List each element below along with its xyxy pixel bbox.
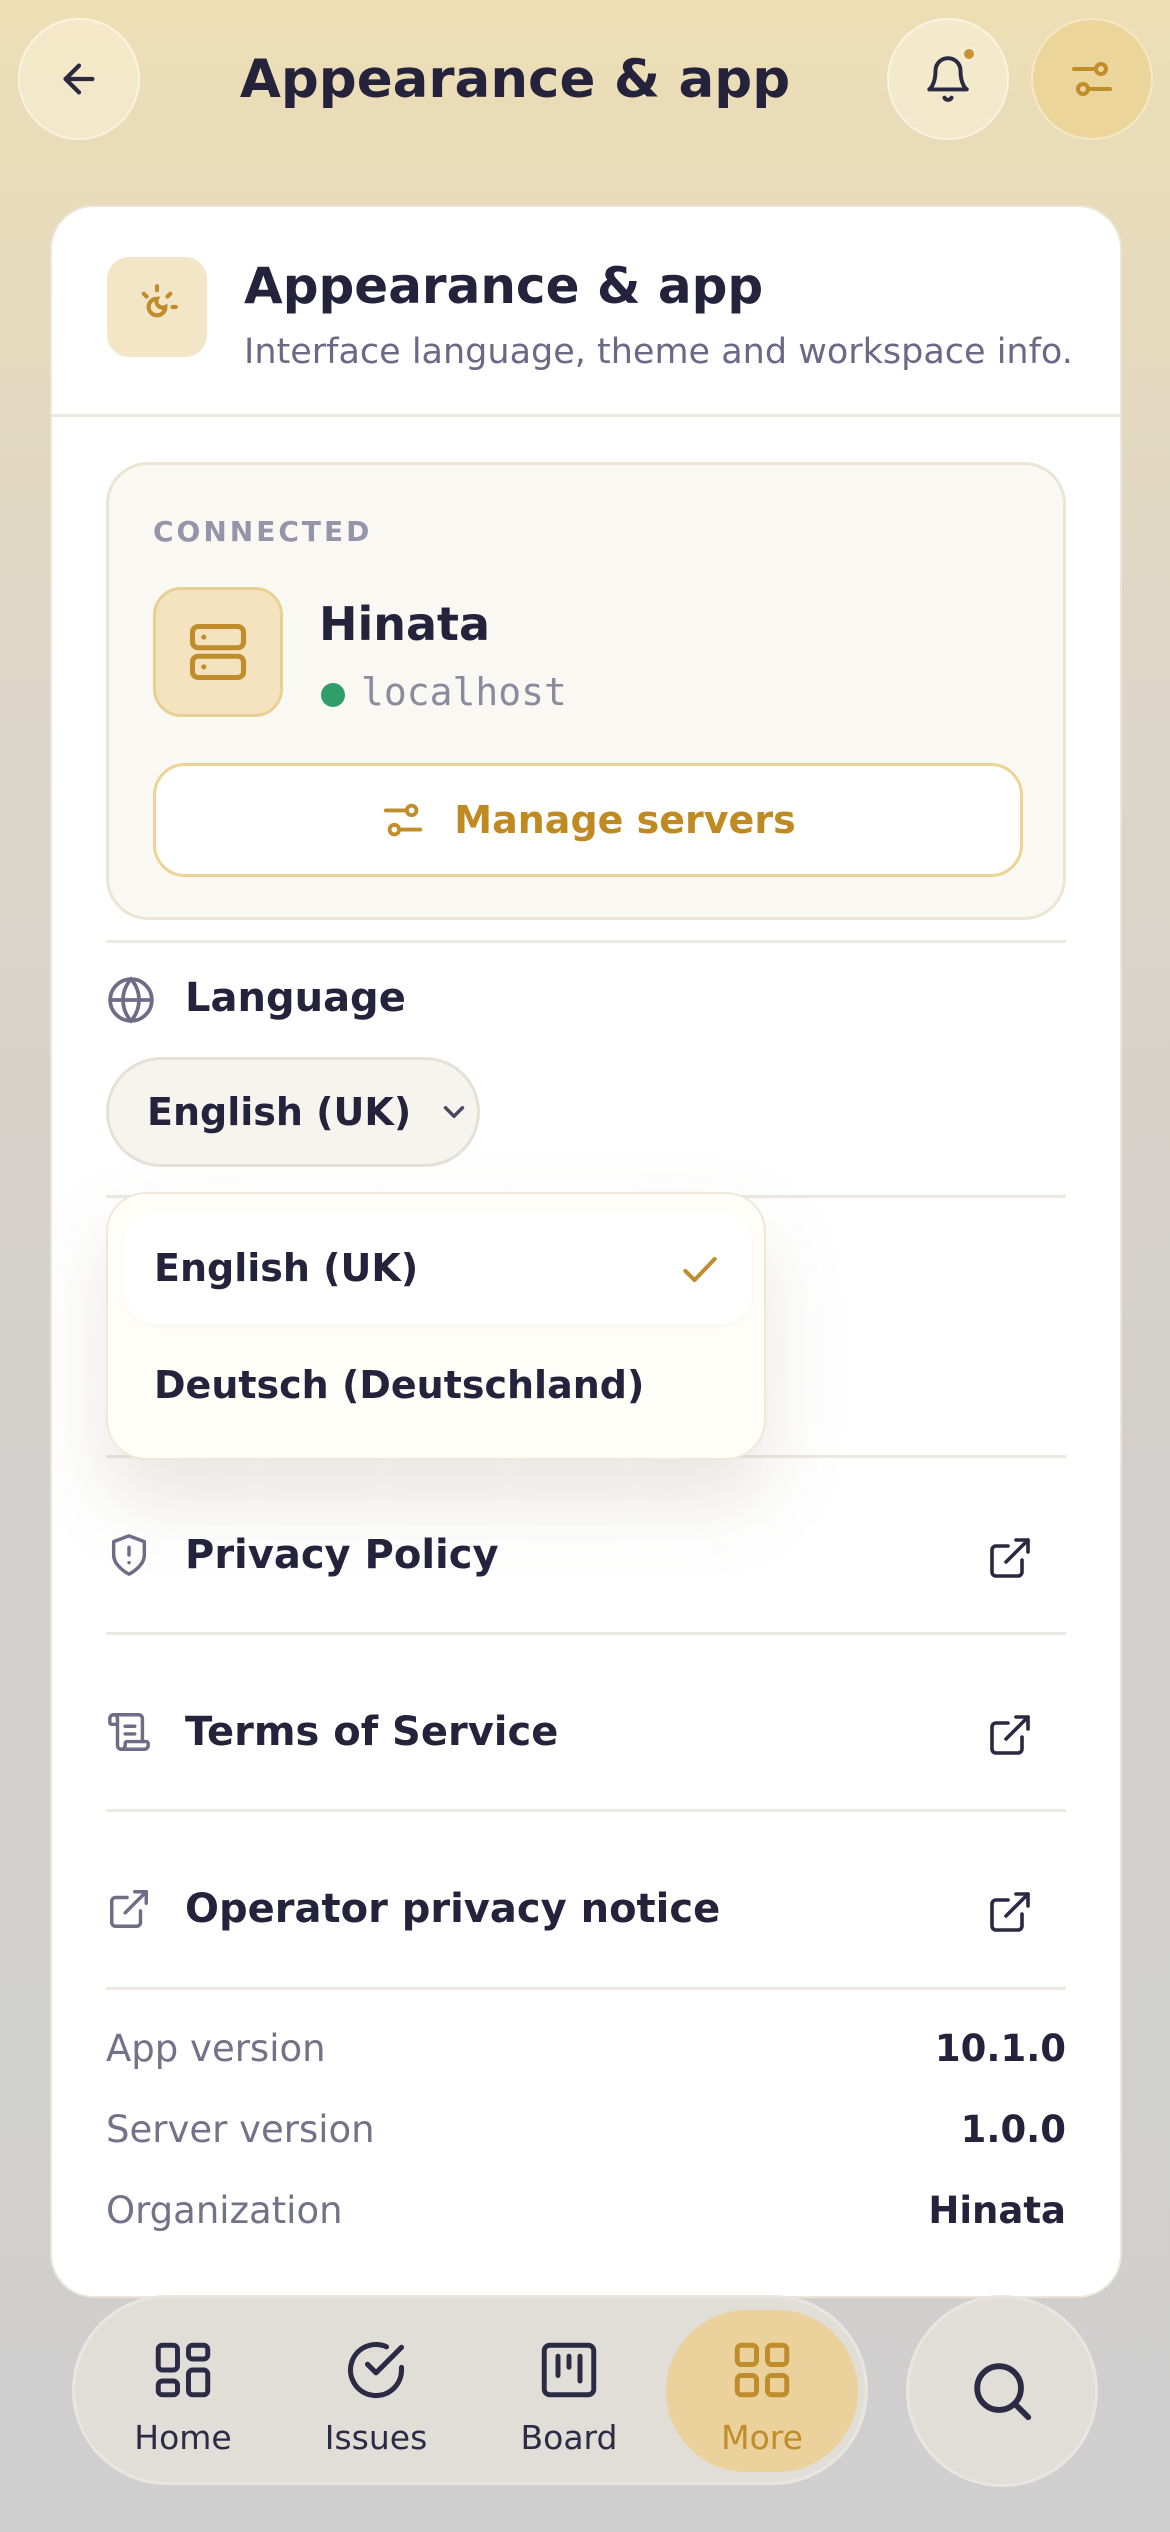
sliders-icon	[384, 803, 423, 837]
tab-label: Issues	[324, 2418, 428, 2457]
chevron-down-icon	[444, 1106, 465, 1118]
connected-label: CONNECTED	[153, 515, 373, 548]
search-button[interactable]	[906, 2295, 1098, 2487]
server-host: localhost	[361, 670, 567, 714]
language-label: Language	[185, 975, 406, 1021]
divider	[106, 1809, 1066, 1812]
language-option-label: Deutsch (Deutschland)	[154, 1363, 645, 1407]
back-button[interactable]	[18, 18, 140, 140]
status-dot	[321, 683, 345, 707]
external-link-icon	[106, 1886, 166, 1932]
info-value: 1.0.0	[960, 2108, 1066, 2151]
scroll-icon	[106, 1709, 166, 1755]
language-option-label: English (UK)	[154, 1246, 419, 1290]
divider	[106, 1987, 1066, 1990]
page-title: Appearance & app	[239, 49, 791, 110]
terms-of-service-link[interactable]: Terms of Service	[106, 1677, 1066, 1787]
link-label: Privacy Policy	[185, 1532, 499, 1578]
divider	[106, 1632, 1066, 1635]
manage-servers-button[interactable]: Manage servers	[153, 763, 1023, 877]
language-select[interactable]: English (UK)	[106, 1057, 480, 1167]
info-key: App version	[106, 2027, 326, 2070]
bottom-tab-bar: Home Issues Board More	[72, 2295, 868, 2485]
search-icon	[974, 2363, 1032, 2421]
tab-board[interactable]: Board	[473, 2310, 665, 2472]
tab-home[interactable]: Home	[87, 2310, 279, 2472]
card-title: Appearance & app	[244, 257, 764, 315]
divider	[106, 940, 1066, 943]
tab-label: Board	[520, 2418, 618, 2457]
kanban-icon	[536, 2336, 602, 2404]
link-label: Terms of Service	[185, 1709, 559, 1755]
info-row-app-version: App version 10.1.0	[106, 2027, 1066, 2087]
language-selected-value: English (UK)	[147, 1090, 412, 1134]
info-key: Organization	[106, 2189, 343, 2232]
info-value: Hinata	[928, 2189, 1066, 2232]
info-value: 10.1.0	[934, 2027, 1066, 2070]
arrow-left-icon	[63, 63, 95, 95]
check-icon	[683, 1256, 717, 1283]
operator-privacy-notice-link[interactable]: Operator privacy notice	[106, 1854, 1066, 1964]
notification-dot	[961, 46, 977, 62]
external-link-icon	[990, 1715, 1030, 1755]
language-dropdown: English (UK) Deutsch (Deutschland)	[106, 1192, 766, 1460]
info-row-server-version: Server version 1.0.0	[106, 2108, 1066, 2168]
server-name: Hinata	[319, 597, 491, 651]
manage-servers-label: Manage servers	[454, 798, 796, 842]
shield-alert-icon	[106, 1532, 166, 1578]
grid-layout-icon	[150, 2336, 216, 2404]
card-header: Appearance & app Interface language, the…	[52, 207, 1120, 417]
settings-card: Appearance & app Interface language, the…	[50, 205, 1122, 2298]
card-subtitle: Interface language, theme and workspace …	[244, 332, 1073, 372]
tab-label: More	[721, 2418, 803, 2457]
globe-icon	[106, 975, 156, 1029]
server-icon	[153, 587, 283, 717]
info-key: Server version	[106, 2108, 375, 2151]
sun-moon-icon	[107, 257, 207, 357]
privacy-policy-link[interactable]: Privacy Policy	[106, 1500, 1066, 1610]
tab-more[interactable]: More	[666, 2310, 858, 2472]
external-link-icon	[990, 1538, 1030, 1578]
check-circle-icon	[342, 2336, 410, 2404]
grid-four-icon	[729, 2336, 795, 2404]
language-option[interactable]: English (UK)	[124, 1212, 752, 1324]
link-label: Operator privacy notice	[185, 1886, 721, 1932]
info-row-organization: Organization Hinata	[106, 2189, 1066, 2249]
filter-button[interactable]	[1031, 18, 1153, 140]
external-link-icon	[990, 1892, 1030, 1932]
connected-server-panel: CONNECTED Hinata localhost Manage server…	[106, 462, 1066, 920]
tab-label: Home	[134, 2418, 232, 2457]
language-option[interactable]: Deutsch (Deutschland)	[124, 1329, 752, 1441]
sliders-icon	[1072, 62, 1112, 96]
tab-issues[interactable]: Issues	[280, 2310, 472, 2472]
notifications-button[interactable]	[887, 18, 1009, 140]
